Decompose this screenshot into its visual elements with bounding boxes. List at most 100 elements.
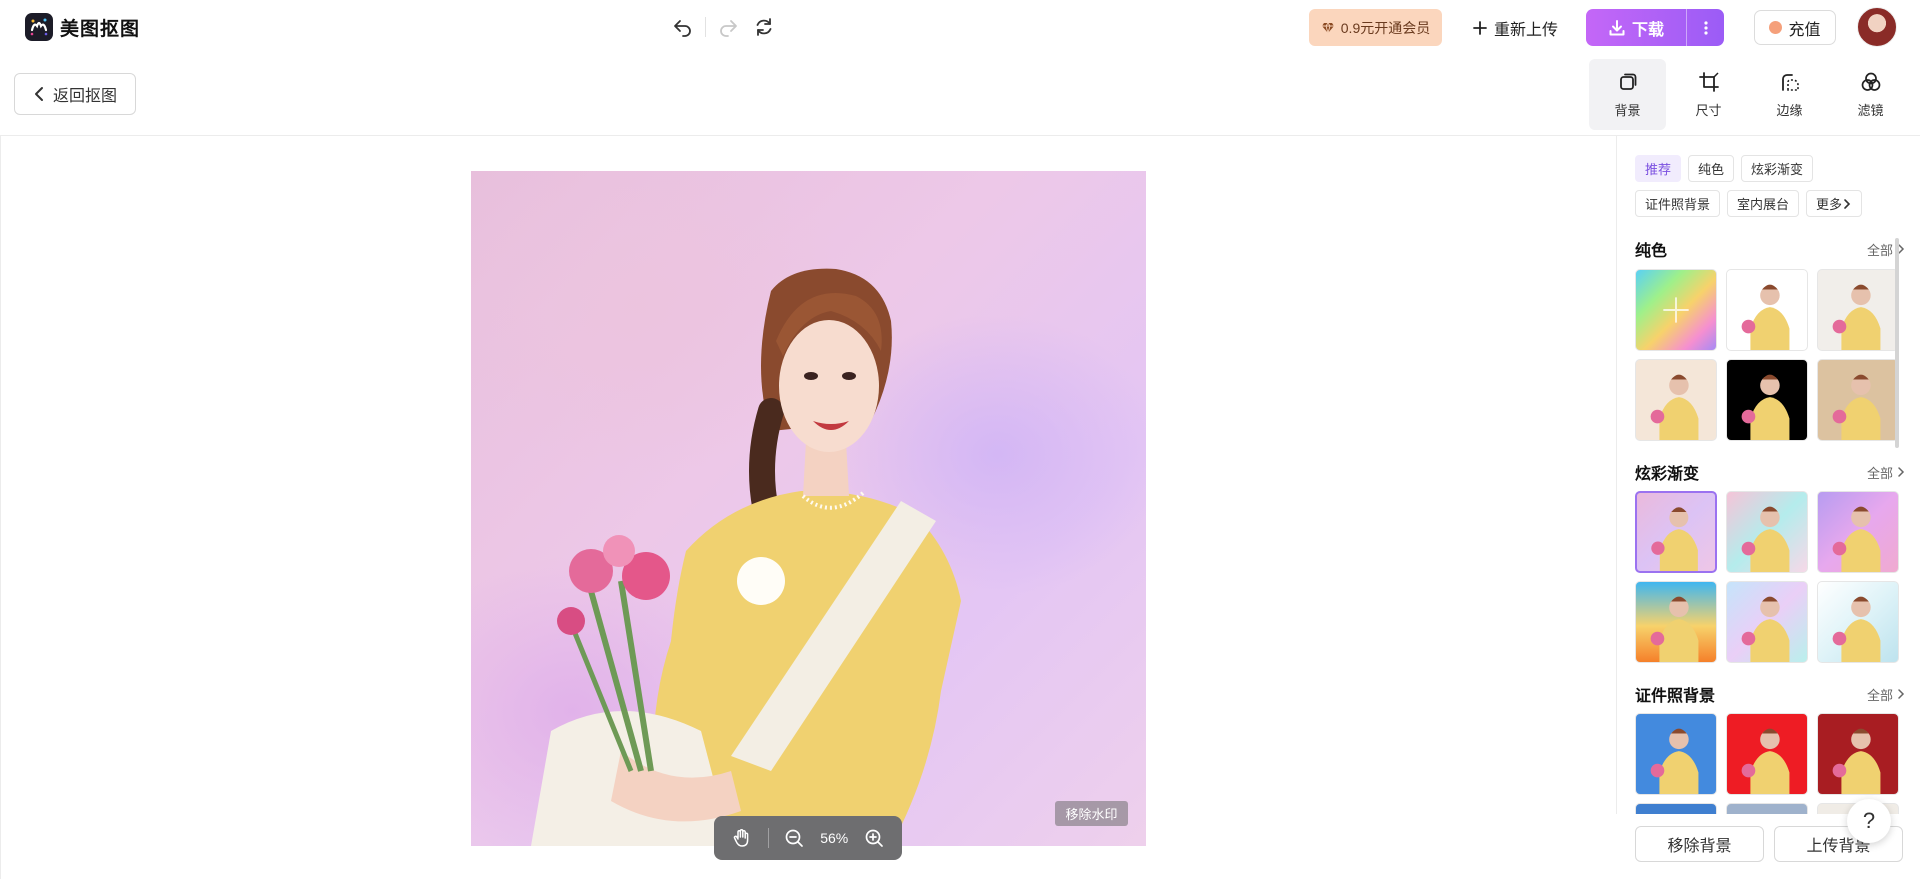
zoom-out-icon bbox=[786, 829, 804, 847]
panel-scrollbar[interactable] bbox=[1895, 238, 1899, 448]
brand[interactable]: 美图抠图 bbox=[25, 13, 140, 41]
section-all-link[interactable]: 全部 bbox=[1867, 685, 1905, 704]
recharge-button[interactable]: 充值 bbox=[1754, 10, 1836, 45]
thumb-figure bbox=[1832, 284, 1881, 350]
thumb-figure bbox=[1741, 506, 1790, 572]
bg-thumb-selected[interactable] bbox=[1635, 491, 1717, 573]
section-title: 炫彩渐变 bbox=[1635, 466, 1700, 483]
tool-size[interactable]: 尺寸 bbox=[1670, 59, 1747, 130]
reset-button[interactable] bbox=[746, 13, 782, 41]
bg-thumb[interactable] bbox=[1726, 359, 1808, 441]
top-bar: 美图抠图 0.9元开通会员 重新上传 下载 充值 bbox=[0, 0, 1920, 54]
tool-label: 背景 bbox=[1614, 102, 1641, 118]
plus-icon bbox=[1663, 297, 1689, 323]
thumb-figure bbox=[1741, 596, 1790, 662]
undo-button[interactable] bbox=[665, 13, 701, 41]
zoom-in-icon bbox=[865, 829, 883, 847]
all-label: 全部 bbox=[1866, 687, 1893, 703]
back-to-cutout-button[interactable]: 返回抠图 bbox=[14, 73, 136, 115]
bg-thumb[interactable] bbox=[1726, 491, 1808, 573]
tool-filter[interactable]: 滤镜 bbox=[1832, 59, 1909, 130]
thumb-figure bbox=[1650, 596, 1699, 662]
brand-name: 美图抠图 bbox=[60, 18, 141, 40]
download-button-group: 下载 bbox=[1586, 9, 1724, 46]
undo-icon bbox=[674, 20, 691, 37]
tool-label: 边缘 bbox=[1776, 102, 1803, 118]
remove-background-button[interactable]: 移除背景 bbox=[1635, 826, 1764, 862]
custom-color-swatch[interactable] bbox=[1635, 269, 1717, 351]
redo-icon bbox=[720, 20, 737, 37]
chip-indoor-stage[interactable]: 室内展台 bbox=[1727, 190, 1800, 217]
remove-watermark-button[interactable]: 移除水印 bbox=[1055, 801, 1128, 826]
diamond-icon bbox=[1321, 21, 1334, 35]
reupload-button[interactable]: 重新上传 bbox=[1462, 9, 1568, 46]
bg-thumb[interactable] bbox=[1635, 581, 1717, 663]
more-vertical-icon bbox=[1703, 20, 1708, 35]
category-chips: 推荐 纯色 炫彩渐变 证件照背景 室内展台 更多 bbox=[1635, 155, 1905, 217]
copy-layer-icon bbox=[1619, 73, 1636, 90]
thumb-figure bbox=[1741, 374, 1790, 440]
bg-thumb[interactable] bbox=[1817, 359, 1899, 441]
subject-figure bbox=[531, 268, 961, 846]
bg-thumb[interactable] bbox=[1817, 713, 1899, 795]
edit-tools: 背景 尺寸 边缘 滤镜 bbox=[1589, 59, 1913, 130]
chip-solid[interactable]: 纯色 bbox=[1688, 155, 1735, 182]
section-all-link[interactable]: 全部 bbox=[1867, 463, 1905, 482]
help-label: ? bbox=[1862, 808, 1876, 833]
bg-thumb[interactable] bbox=[1817, 491, 1899, 573]
section-title: 纯色 bbox=[1635, 243, 1668, 260]
zoom-divider bbox=[767, 828, 769, 848]
download-label: 下载 bbox=[1631, 21, 1664, 39]
all-label: 全部 bbox=[1866, 465, 1893, 481]
thumb-figure bbox=[1832, 728, 1881, 794]
thumb-figure bbox=[1832, 506, 1881, 572]
tool-label: 滤镜 bbox=[1857, 102, 1884, 118]
history-controls bbox=[665, 13, 782, 41]
thumb-figure bbox=[1650, 374, 1699, 440]
vip-label: 0.9元开通会员 bbox=[1340, 19, 1431, 36]
section-solid-header: 纯色 全部 bbox=[1635, 237, 1905, 261]
zoom-controls: 56% bbox=[714, 816, 902, 860]
hand-icon bbox=[733, 829, 749, 847]
chevron-left-icon bbox=[34, 87, 43, 101]
bg-thumb[interactable] bbox=[1635, 359, 1717, 441]
bg-thumb[interactable] bbox=[1635, 713, 1717, 795]
bg-thumb[interactable] bbox=[1817, 581, 1899, 663]
section-all-link[interactable]: 全部 bbox=[1867, 240, 1905, 259]
bg-thumb[interactable] bbox=[1726, 269, 1808, 351]
tool-background[interactable]: 背景 bbox=[1589, 59, 1666, 130]
zoom-in-button[interactable] bbox=[860, 824, 888, 852]
zoom-out-button[interactable] bbox=[780, 824, 808, 852]
chip-gradient[interactable]: 炫彩渐变 bbox=[1741, 155, 1814, 182]
download-more-button[interactable] bbox=[1686, 9, 1724, 46]
chevron-right-icon bbox=[1898, 689, 1905, 699]
section-id-photo-header: 证件照背景 全部 bbox=[1635, 682, 1905, 706]
edited-photo[interactable] bbox=[471, 171, 1146, 846]
pan-hand-button[interactable] bbox=[728, 824, 756, 852]
help-button[interactable]: ? bbox=[1847, 799, 1891, 843]
gradient-grid bbox=[1635, 491, 1899, 663]
bg-thumb[interactable] bbox=[1817, 269, 1899, 351]
thumb-figure bbox=[1741, 284, 1790, 350]
chip-more[interactable]: 更多 bbox=[1806, 190, 1863, 217]
history-divider bbox=[705, 17, 706, 37]
zoom-level: 56% bbox=[820, 830, 849, 846]
coin-icon bbox=[1769, 21, 1783, 34]
tool-label: 尺寸 bbox=[1695, 102, 1722, 118]
chip-recommended[interactable]: 推荐 bbox=[1635, 155, 1682, 182]
back-label: 返回抠图 bbox=[52, 88, 117, 105]
user-avatar[interactable] bbox=[1857, 7, 1897, 47]
vip-button[interactable]: 0.9元开通会员 bbox=[1309, 9, 1442, 46]
bg-thumb[interactable] bbox=[1726, 713, 1808, 795]
background-panel: 推荐 纯色 炫彩渐变 证件照背景 室内展台 更多 纯色 全部 炫彩渐变 全部 证… bbox=[1616, 136, 1920, 879]
redo-button[interactable] bbox=[710, 13, 746, 41]
edge-icon bbox=[1781, 73, 1799, 91]
chip-id-photo[interactable]: 证件照背景 bbox=[1635, 190, 1721, 217]
download-button[interactable]: 下载 bbox=[1586, 9, 1686, 46]
thumb-figure bbox=[1832, 596, 1881, 662]
bg-thumb[interactable] bbox=[1726, 581, 1808, 663]
tool-edge[interactable]: 边缘 bbox=[1751, 59, 1828, 130]
crop-icon bbox=[1698, 71, 1719, 92]
reupload-label: 重新上传 bbox=[1494, 21, 1559, 39]
download-icon bbox=[1609, 19, 1625, 35]
